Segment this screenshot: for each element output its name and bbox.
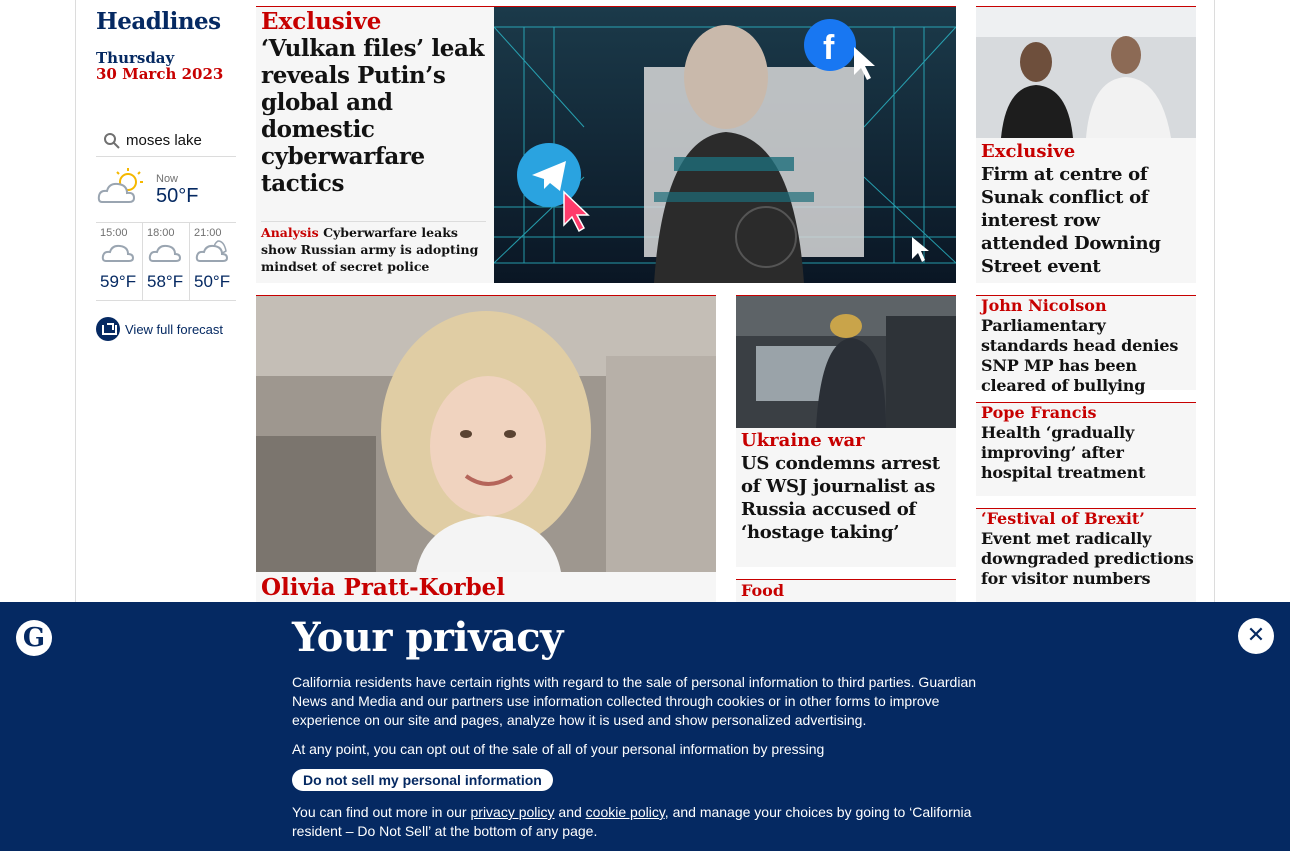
- privacy-title: Your privacy: [292, 614, 563, 661]
- view-full-forecast-link[interactable]: View full forecast: [96, 317, 236, 341]
- cloud-icon: [100, 244, 136, 269]
- ukraine-story-image: [736, 296, 956, 428]
- cookie-policy-link[interactable]: cookie policy: [586, 804, 665, 820]
- forecast-slot: 21:00 50°F: [190, 223, 236, 300]
- sunak-story-headline[interactable]: Firm at centre of Sunak conflict of inte…: [981, 163, 1191, 278]
- side-story-headline[interactable]: Health ‘gradually improving’ after hospi…: [976, 423, 1196, 483]
- main-story-sublink[interactable]: Analysis Cyberwarfare leaks show Russian…: [261, 221, 486, 275]
- privacy-paragraph: California residents have certain rights…: [292, 674, 977, 728]
- partly-cloudy-icon: [96, 166, 148, 214]
- olivia-story-card[interactable]: Olivia Pratt-Korbel: [256, 295, 716, 615]
- weather-location-search[interactable]: [96, 131, 236, 157]
- side-story-headline[interactable]: Event met radically downgraded predictio…: [976, 529, 1196, 589]
- sunak-story-image: [976, 7, 1196, 138]
- search-icon: [102, 131, 124, 151]
- forecast-slot: 15:00 59°F: [96, 223, 143, 300]
- partly-cloudy-night-icon: [194, 240, 230, 269]
- do-not-sell-button[interactable]: Do not sell my personal information: [292, 769, 553, 791]
- forecast-slot: 18:00 58°F: [143, 223, 190, 300]
- date-day: Thursday: [96, 49, 175, 67]
- privacy-paragraph: You can find out more in our privacy pol…: [292, 804, 972, 839]
- ukraine-story-card[interactable]: Ukraine war US condemns arrest of WSJ jo…: [736, 295, 956, 567]
- weather-now: Now 50°F: [96, 157, 236, 223]
- location-input[interactable]: [126, 132, 226, 149]
- privacy-policy-link[interactable]: privacy policy: [471, 804, 555, 820]
- guardian-logo: G: [16, 620, 52, 656]
- cloud-icon: [147, 244, 183, 269]
- forecast-temp: 50°F: [194, 272, 231, 291]
- main-story-headline[interactable]: ‘Vulkan files’ leak reveals Putin’s glob…: [261, 35, 489, 197]
- sublink-kicker: Analysis: [261, 225, 319, 240]
- side-story-kicker: Pope Francis: [981, 403, 1097, 422]
- olivia-story-image: [256, 296, 716, 572]
- pope-story-card[interactable]: Pope Francis Health ‘gradually improving…: [976, 402, 1196, 496]
- brexit-story-card[interactable]: ‘Festival of Brexit’ Event met radically…: [976, 508, 1196, 608]
- privacy-banner: G ✕ Your privacy California residents ha…: [0, 602, 1290, 851]
- forecast-temp: 59°F: [100, 272, 137, 291]
- forecast-time: 21:00: [194, 227, 222, 239]
- now-temperature: 50°F: [156, 184, 199, 207]
- section-title: Headlines: [96, 8, 221, 35]
- now-label: Now: [156, 172, 179, 185]
- side-story-kicker: John Nicolson: [981, 296, 1107, 315]
- forecast-time: 18:00: [147, 227, 175, 239]
- main-story-kicker: Exclusive: [261, 8, 382, 35]
- ukraine-story-kicker: Ukraine war: [741, 430, 865, 451]
- close-button[interactable]: ✕: [1238, 618, 1274, 654]
- main-story-card[interactable]: Exclusive ‘Vulkan files’ leak reveals Pu…: [256, 6, 956, 283]
- left-column: Headlines Thursday 30 March 2023 Now 50°…: [96, 0, 236, 341]
- date-full: 30 March 2023: [96, 65, 224, 83]
- forecast-time: 15:00: [100, 227, 128, 239]
- external-link-icon: [96, 317, 120, 341]
- full-forecast-label: View full forecast: [125, 321, 224, 337]
- privacy-paragraph: At any point, you can opt out of the sal…: [292, 741, 825, 757]
- ukraine-story-headline[interactable]: US condemns arrest of WSJ journalist as …: [741, 452, 953, 544]
- svg-text:f: f: [823, 29, 835, 67]
- sunak-story-card[interactable]: Exclusive Firm at centre of Sunak confli…: [976, 6, 1196, 283]
- nicolson-story-card[interactable]: John Nicolson Parliamentary standards he…: [976, 295, 1196, 395]
- hourly-forecast: 15:00 59°F 18:00 58°F 21:00 50°F: [96, 223, 236, 301]
- forecast-temp: 58°F: [147, 272, 184, 291]
- side-story-kicker: ‘Festival of Brexit’: [981, 509, 1145, 528]
- olivia-story-kicker: Olivia Pratt-Korbel: [261, 574, 506, 601]
- sunak-story-kicker: Exclusive: [981, 141, 1076, 162]
- side-story-headline[interactable]: Parliamentary standards head denies SNP …: [976, 316, 1196, 396]
- main-story-image: f: [494, 7, 956, 283]
- privacy-body: California residents have certain rights…: [292, 673, 997, 851]
- food-story-kicker: Food: [741, 581, 785, 600]
